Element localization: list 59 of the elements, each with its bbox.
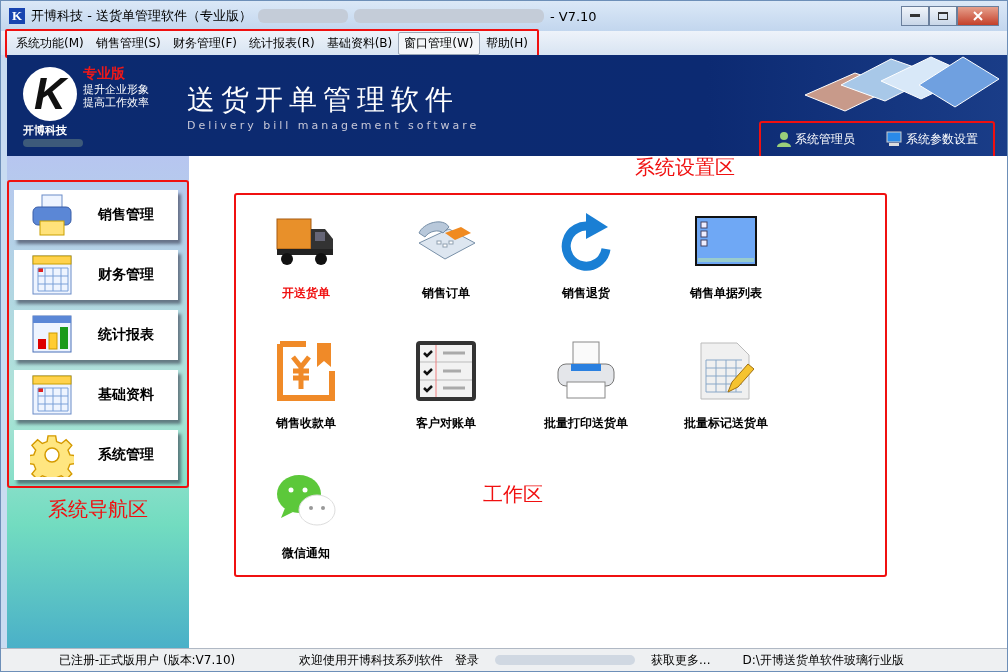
annotation-label: 工作区 (483, 481, 543, 508)
close-button[interactable] (957, 6, 999, 26)
status-text: 已注册-正式版用户 (版本:V7.10) (57, 651, 237, 669)
gear-icon (30, 433, 74, 477)
maximize-icon (938, 12, 948, 20)
work-item[interactable]: 销售收款单 (236, 339, 376, 469)
status-text: D:\开博送货单软件玻璃行业版 (741, 651, 905, 669)
menu-item[interactable]: 系统功能(M) (10, 31, 90, 55)
company-name: 开博科技 (23, 123, 67, 138)
window-version: - V7.10 (549, 8, 597, 24)
work-item[interactable]: 销售订单 (376, 209, 516, 339)
app-icon: K (9, 8, 25, 24)
yen-receipt-icon (277, 341, 335, 401)
settings-link[interactable]: 系统管理员 (776, 130, 855, 148)
work-item[interactable]: 销售退货 (516, 209, 656, 339)
annotation-label: 系统导航区 (48, 496, 148, 523)
calendar-icon (30, 253, 74, 297)
slogan: 提高工作效率 (83, 96, 149, 109)
menu-item[interactable]: 窗口管理(W) (398, 31, 480, 55)
window-list-icon (695, 216, 757, 266)
work-item[interactable]: 销售单据列表 (656, 209, 796, 339)
edition-label: 专业版 (83, 65, 126, 83)
work-item[interactable]: 微信通知 (236, 469, 376, 599)
work-item[interactable]: 客户对账单 (376, 339, 516, 469)
close-icon (973, 11, 983, 21)
user-icon (776, 131, 791, 147)
app-title: 送货开单管理软件 (187, 82, 460, 118)
printer-icon (30, 193, 74, 237)
printer-icon (555, 340, 617, 402)
status-text: 登录 (454, 651, 480, 669)
app-subtitle: Delivery bill management software (187, 119, 480, 132)
logo: K (23, 67, 77, 121)
menu-item[interactable]: 基础资料(B) (320, 31, 399, 55)
nav-button[interactable]: 系统管理 (14, 430, 178, 480)
status-text: 欢迎使用开博科技系列软件 (298, 651, 444, 669)
menu-item[interactable]: 统计报表(R) (242, 31, 321, 55)
work-item[interactable]: 批量标记送货单 (656, 339, 796, 469)
nav-button[interactable]: 统计报表 (14, 310, 178, 360)
nav-button[interactable]: 销售管理 (14, 190, 178, 240)
work-item[interactable]: 开送货单 (236, 209, 376, 339)
maximize-button[interactable] (929, 6, 957, 26)
minimize-icon (910, 14, 920, 18)
work-item[interactable]: 批量打印送货单 (516, 339, 656, 469)
window-title: 开博科技 - 送货单管理软件（专业版） (31, 7, 252, 25)
checklist-icon (415, 340, 477, 402)
menu-item[interactable]: 销售管理(S) (89, 31, 167, 55)
spreadsheet-pencil-icon (698, 340, 754, 402)
monitor-icon (885, 131, 902, 147)
settings-link[interactable]: 系统参数设置 (885, 130, 978, 148)
status-text: 获取更多... (650, 651, 712, 669)
calendar-icon (30, 373, 74, 417)
annotation-label: 系统设置区 (635, 154, 735, 181)
slogan: 提升企业形象 (83, 83, 149, 96)
nav-button[interactable]: 财务管理 (14, 250, 178, 300)
nav-button[interactable]: 基础资料 (14, 370, 178, 420)
minimize-button[interactable] (901, 6, 929, 26)
menu-item[interactable]: 帮助(H) (479, 31, 534, 55)
redacted-text (23, 139, 83, 147)
menu-item[interactable]: 财务管理(F) (166, 31, 243, 55)
